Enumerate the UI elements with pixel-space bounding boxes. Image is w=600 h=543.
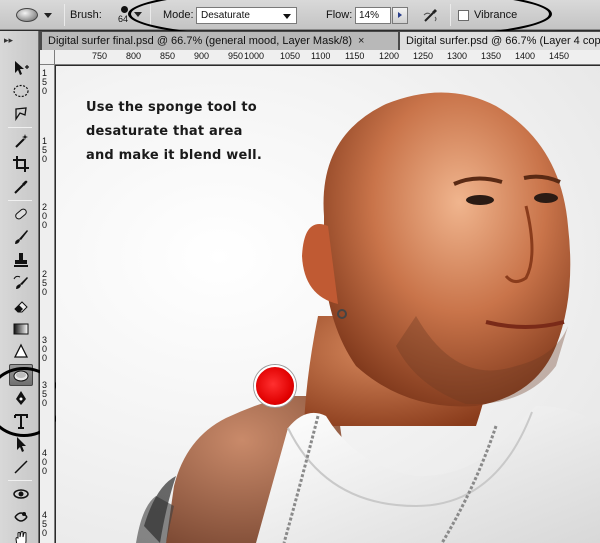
line-icon [14,460,28,474]
ruler-horizontal[interactable]: 750 800 850 900 950 1000 1050 1100 1150 … [40,50,600,65]
tool-magic-wand[interactable] [9,130,33,152]
options-bar: Brush: 64 Mode: Desaturate Flow: 14% Vib… [0,0,600,42]
tab-label: Digital surfer.psd @ 66.7% (Layer 4 copy [406,35,600,47]
tool-hand[interactable] [9,528,33,543]
instruction-line: desaturate that area [86,124,243,139]
instruction-line: Use the sponge tool to [86,100,257,115]
3d-rotate-icon [13,489,29,499]
instruction-text: Use the sponge tool to desaturate that a… [86,96,306,168]
tool-lasso[interactable] [9,103,33,125]
ruler-tick: 1050 [280,51,301,61]
ruler-tick: 1450 [549,51,570,61]
ruler-tick: 1350 [481,51,502,61]
hand-icon [15,531,27,543]
ruler-tick: 0 [42,466,48,476]
sponge-icon [16,8,38,22]
tool-history-brush[interactable] [9,272,33,294]
separator [8,127,32,128]
tab-label: Digital surfer final.psd @ 66.7% (genera… [48,35,353,47]
chevron-down-icon [44,12,52,18]
ruler-tick: 0 [42,154,48,164]
tool-eraser[interactable] [9,295,33,317]
tool-3d-orbit[interactable] [9,506,33,528]
toolbox: ▸▸ [0,31,62,543]
eyedropper-icon [14,180,28,194]
magic-wand-icon [15,134,28,148]
ruler-tick: 0 [42,287,48,297]
tool-3d-rotate[interactable] [9,483,33,505]
tool-brush[interactable] [9,226,33,248]
ruler-tick: 950 [228,51,244,61]
ruler-tick: 1000 [244,51,265,61]
move-icon [15,61,29,75]
separator [8,480,32,481]
document-canvas[interactable]: Use the sponge tool to desaturate that a… [56,66,600,543]
ruler-tick: 0 [42,220,48,230]
gradient-icon [13,323,29,335]
history-brush-icon [13,275,28,289]
ruler-origin[interactable] [40,50,55,65]
tab-digital-surfer-final[interactable]: Digital surfer final.psd @ 66.7% (genera… [42,32,398,50]
ruler-tick: 0 [42,353,48,363]
blur-icon [13,343,29,358]
tool-blur[interactable] [9,341,33,363]
tool-move[interactable] [9,57,33,79]
crop-icon [13,156,29,172]
brush-label: Brush: [70,9,102,21]
tool-line[interactable] [9,456,33,478]
ruler-tick: 1250 [413,51,434,61]
ruler-tick: 1100 [311,51,331,61]
brush-icon [15,230,28,244]
instruction-line: and make it blend well. [86,148,262,163]
tool-crop[interactable] [9,153,33,175]
close-icon[interactable]: × [358,35,364,47]
3d-orbit-icon [14,512,28,522]
ruler-tick: 0 [42,528,48,538]
tool-healing-brush[interactable] [9,203,33,225]
document-tab-bar: Digital surfer final.psd @ 66.7% (genera… [0,31,600,50]
elliptical-marquee-icon [13,84,29,98]
tab-digital-surfer[interactable]: Digital surfer.psd @ 66.7% (Layer 4 copy [400,32,600,50]
tool-clone-stamp[interactable] [9,249,33,271]
ruler-vertical[interactable]: 1 5 0 1 5 0 2 0 0 2 5 0 3 0 0 3 5 0 4 0 … [40,65,55,543]
ruler-tick: 900 [194,51,210,61]
toolbox-grip-icon[interactable]: ▸▸ [4,34,34,45]
ruler-tick: 800 [126,51,142,61]
clone-stamp-icon [14,253,28,267]
sponge-brush-cursor [254,365,296,407]
ruler-tick: 1400 [515,51,536,61]
path-selection-icon [17,437,26,452]
tool-gradient[interactable] [9,318,33,340]
ruler-tick: 0 [42,398,48,408]
separator [64,4,65,26]
ruler-tick: 0 [42,86,48,96]
tool-elliptical-marquee[interactable] [9,80,33,102]
ruler-tick: 1150 [345,51,365,61]
lasso-icon [15,107,27,122]
brush-size: 64 [117,14,128,24]
separator [8,200,32,201]
brush-tip-icon [120,6,128,13]
tool-eyedropper[interactable] [9,176,33,198]
healing-brush-icon [15,208,27,220]
ruler-tick: 1200 [379,51,400,61]
ruler-tick: 850 [160,51,176,61]
ruler-tick: 1300 [447,51,468,61]
tool-preset-picker[interactable] [16,0,60,30]
eraser-icon [14,301,28,313]
ruler-tick: 750 [92,51,108,61]
